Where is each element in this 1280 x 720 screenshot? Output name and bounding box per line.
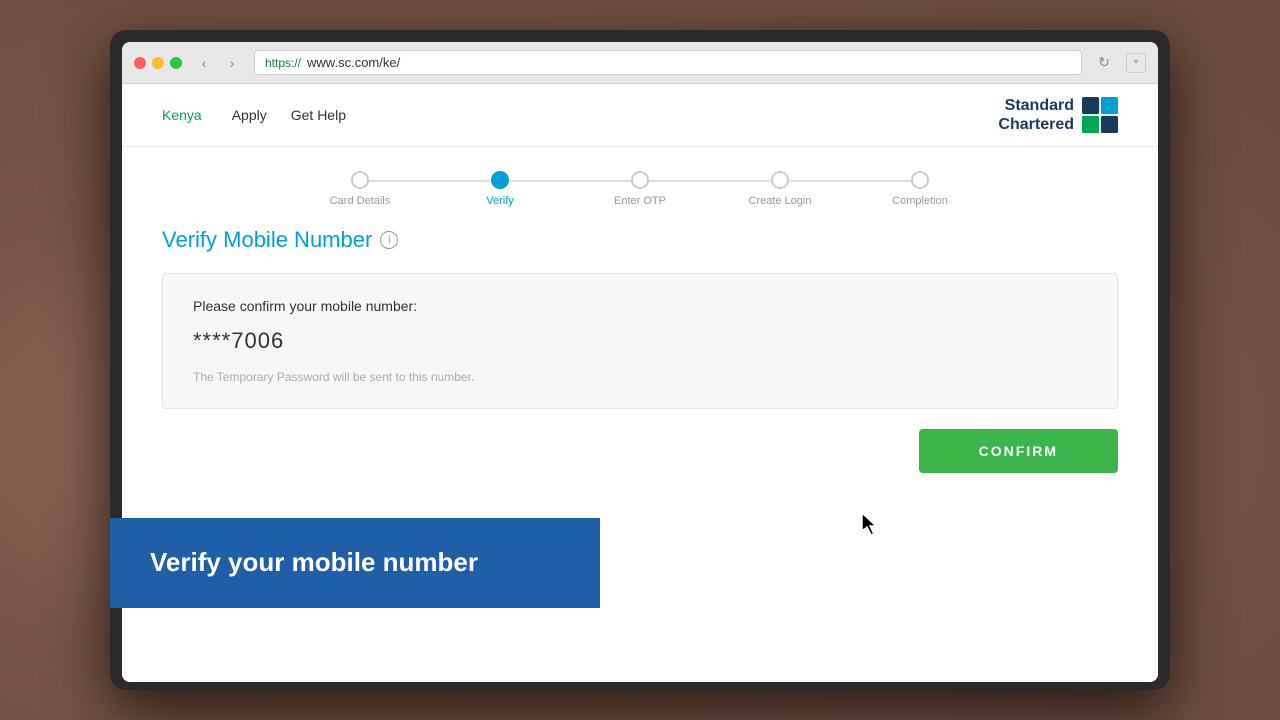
confirm-button[interactable]: CONFIRM	[919, 429, 1118, 473]
traffic-lights	[134, 57, 182, 69]
step-completion: Completion	[850, 171, 990, 207]
step-circle-5	[911, 171, 929, 189]
expand-button[interactable]: +	[1126, 53, 1146, 73]
temp-password-note: The Temporary Password will be sent to t…	[193, 370, 1087, 384]
step-circle-1	[351, 171, 369, 189]
https-indicator: https://	[265, 56, 301, 70]
site-nav: Kenya Apply Get Help	[162, 107, 998, 123]
page-title: Verify Mobile Number i	[162, 227, 1118, 253]
step-line-3	[640, 180, 780, 182]
step-enter-otp: Enter OTP	[570, 171, 710, 207]
overlay-text: Verify your mobile number	[150, 546, 560, 580]
brand-logo: Standard Chartered	[998, 96, 1118, 134]
stepper-container: Card Details Verify Enter OTP	[122, 147, 1158, 217]
address-bar[interactable]: https:// www.sc.com/ke/	[254, 50, 1082, 75]
country-selector[interactable]: Kenya	[162, 107, 202, 123]
close-button[interactable]	[134, 57, 146, 69]
get-help-link[interactable]: Get Help	[291, 107, 346, 123]
main-area: Verify Mobile Number i Please confirm yo…	[122, 217, 1158, 682]
site-header: Kenya Apply Get Help Standard Chartered	[122, 84, 1158, 147]
minimize-button[interactable]	[152, 57, 164, 69]
confirm-label: Please confirm your mobile number:	[193, 298, 1087, 314]
info-icon[interactable]: i	[380, 231, 398, 249]
step-create-login: Create Login	[710, 171, 850, 207]
phone-number: ****7006	[193, 328, 1087, 354]
url-text: www.sc.com/ke/	[307, 55, 400, 70]
step-line-1	[360, 180, 500, 182]
form-card: Please confirm your mobile number: ****7…	[162, 273, 1118, 409]
reload-button[interactable]: ↻	[1092, 51, 1116, 75]
step-label-4: Create Login	[749, 195, 812, 207]
step-label-1: Card Details	[330, 195, 391, 207]
step-card-details: Card Details	[290, 171, 430, 207]
step-label-3: Enter OTP	[614, 195, 666, 207]
back-button[interactable]: ‹	[192, 51, 216, 75]
apply-link[interactable]: Apply	[232, 107, 267, 123]
browser-chrome: ‹ › https:// www.sc.com/ke/ ↻ +	[122, 42, 1158, 84]
nav-arrows: ‹ ›	[192, 51, 244, 75]
forward-button[interactable]: ›	[220, 51, 244, 75]
button-area: CONFIRM	[162, 429, 1118, 493]
step-circle-2	[491, 171, 509, 189]
step-label-2: Verify	[486, 195, 514, 207]
stepper: Card Details Verify Enter OTP	[290, 171, 990, 207]
sc-logo-icon	[1082, 97, 1118, 133]
step-verify: Verify	[430, 171, 570, 207]
maximize-button[interactable]	[170, 57, 182, 69]
step-circle-4	[771, 171, 789, 189]
step-line-2	[500, 180, 640, 182]
step-line-4	[780, 180, 920, 182]
laptop-container: ‹ › https:// www.sc.com/ke/ ↻ + Kenya Ap…	[110, 30, 1170, 690]
step-label-5: Completion	[892, 195, 948, 207]
overlay-banner: Verify your mobile number	[110, 518, 600, 608]
step-circle-3	[631, 171, 649, 189]
brand-name: Standard Chartered	[998, 96, 1074, 134]
